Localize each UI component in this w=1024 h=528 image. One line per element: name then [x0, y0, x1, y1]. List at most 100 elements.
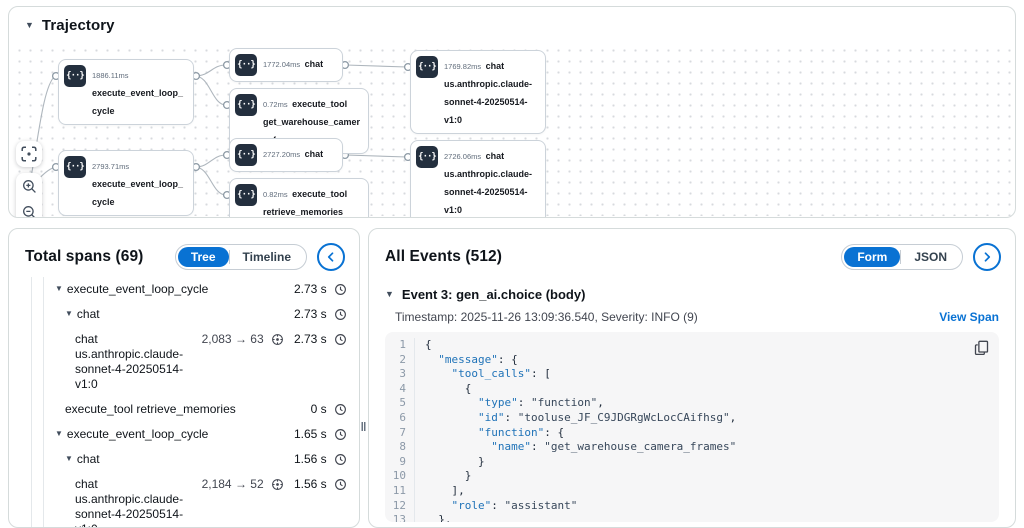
line-number: 3	[385, 367, 415, 382]
line-number: 9	[385, 455, 415, 470]
duration-clock-icon	[334, 478, 347, 491]
span-node-duration: 1772.04ms	[263, 60, 300, 69]
event-body-code-block: 1{2 "message": {3 "tool_calls": [4 {5 "t…	[385, 332, 999, 522]
code-line: 7 "function": {	[385, 426, 999, 441]
span-node-duration: 2793.71ms	[92, 162, 129, 171]
span-node[interactable]: {··} 2793.71ms execute_event_loop_cycle	[58, 150, 194, 216]
code-line: 8 "name": "get_warehouse_camera_frames"	[385, 440, 999, 455]
span-tree-row[interactable]: ▼ execute_event_loop_cycle 2.73 s	[9, 277, 359, 302]
span-node-label: execute_event_loop_cycle	[92, 179, 183, 207]
span-tree-row[interactable]: ▼chat1.56 s	[9, 447, 359, 472]
line-number: 8	[385, 440, 415, 455]
span-node-icon: {··}	[235, 54, 257, 76]
toggle-tree[interactable]: Tree	[178, 247, 229, 267]
span-node-icon: {··}	[64, 156, 86, 178]
graph-fit-control	[16, 141, 42, 167]
span-node-label: chat	[305, 149, 324, 159]
fit-view-icon	[21, 146, 37, 162]
span-node-icon: {··}	[416, 56, 438, 78]
span-row-label: execute_tool retrieve_memories	[65, 402, 236, 417]
span-row-tokens: 2,184 → 52	[202, 477, 284, 492]
span-node-icon: {··}	[235, 94, 257, 116]
line-number: 7	[385, 426, 415, 441]
duration-clock-icon	[334, 428, 347, 441]
code-line: 3 "tool_calls": [	[385, 367, 999, 382]
duration-clock-icon	[334, 453, 347, 466]
code-line: 6 "id": "tooluse_JF_C9JDGRgWcLocCAifhsg"…	[385, 411, 999, 426]
event-collapse-icon[interactable]: ▼	[385, 290, 394, 299]
collapse-left-panel-button[interactable]	[317, 243, 345, 271]
span-row-duration: 2.73 s	[294, 282, 347, 297]
span-tree-row[interactable]: execute_tool retrieve_memories0 s	[9, 397, 359, 422]
span-row-duration: 2.73 s	[294, 332, 347, 347]
row-collapse-icon[interactable]: ▼	[65, 452, 73, 464]
span-node-duration: 0.82ms	[263, 190, 288, 199]
span-node[interactable]: {··} 1769.82ms chat us.anthropic.claude-…	[410, 50, 546, 134]
chevron-left-icon	[325, 251, 337, 263]
code-line: 13 },	[385, 513, 999, 522]
span-node-icon: {··}	[235, 144, 257, 166]
span-tree-row[interactable]: ▼chat2.73 s	[9, 302, 359, 327]
span-node-duration: 2726.06ms	[444, 152, 481, 161]
all-events-title: All Events (512)	[385, 248, 831, 266]
graph-zoom-control	[16, 173, 42, 218]
span-node-duration: 2727.20ms	[263, 150, 300, 159]
line-number: 5	[385, 396, 415, 411]
span-node[interactable]: {··} 0.82ms execute_tool retrieve_memori…	[229, 178, 369, 218]
span-tree-row[interactable]: chat us.anthropic.claude-sonnet-4-202505…	[9, 327, 359, 397]
token-count-icon	[271, 333, 284, 346]
span-row-duration: 1.65 s	[294, 427, 347, 442]
view-span-link[interactable]: View Span	[939, 310, 999, 324]
toggle-timeline[interactable]: Timeline	[230, 247, 304, 267]
trajectory-graph-canvas[interactable]: {··} 1886.11ms execute_event_loop_cycle{…	[10, 41, 1014, 216]
span-node-label: chat	[305, 59, 324, 69]
row-collapse-icon[interactable]: ▼	[65, 307, 73, 319]
token-count-icon	[271, 478, 284, 491]
span-row-label: chat	[77, 307, 100, 322]
line-number: 6	[385, 411, 415, 426]
span-row-duration: 1.56 s	[294, 477, 347, 492]
code-line: 9 }	[385, 455, 999, 470]
trajectory-collapse-icon[interactable]: ▼	[25, 21, 34, 30]
zoom-in-icon	[22, 179, 37, 194]
code-line: 10 }	[385, 469, 999, 484]
span-row-label: chat us.anthropic.claude-sonnet-4-202505…	[75, 477, 202, 528]
code-line: 11 ],	[385, 484, 999, 499]
line-number: 1	[385, 338, 415, 353]
line-number: 11	[385, 484, 415, 499]
span-tree-row[interactable]: chat us.anthropic.claude-sonnet-4-202505…	[9, 472, 359, 528]
span-tree-row[interactable]: ▼execute_event_loop_cycle1.65 s	[9, 422, 359, 447]
toggle-json[interactable]: JSON	[901, 247, 960, 267]
code-line: 5 "type": "function",	[385, 396, 999, 411]
copy-code-button[interactable]	[974, 340, 989, 358]
span-node[interactable]: {··} 1772.04ms chat	[229, 48, 343, 82]
row-collapse-icon[interactable]: ▼	[55, 427, 63, 439]
trajectory-panel: ▼ Trajectory {··} 1886.11ms execute_even…	[8, 6, 1016, 218]
span-node[interactable]: {··} 2726.06ms chat us.anthropic.claude-…	[410, 140, 546, 218]
span-node-duration: 1886.11ms	[92, 71, 129, 80]
panel-resize-handle[interactable]: ‖	[359, 420, 368, 434]
line-number: 12	[385, 499, 415, 514]
span-row-label: execute_event_loop_cycle	[67, 282, 208, 297]
row-collapse-icon[interactable]: ▼	[55, 282, 63, 294]
duration-clock-icon	[334, 333, 347, 346]
span-node-label: execute_event_loop_cycle	[92, 88, 183, 116]
indent-guide	[31, 277, 32, 528]
expand-right-panel-button[interactable]	[973, 243, 1001, 271]
total-spans-title: Total spans (69)	[25, 248, 165, 266]
span-node[interactable]: {··} 1886.11ms execute_event_loop_cycle	[58, 59, 194, 125]
zoom-out-button[interactable]	[16, 199, 42, 218]
duration-clock-icon	[334, 283, 347, 296]
event-meta: Timestamp: 2025-11-26 13:09:36.540, Seve…	[395, 310, 698, 324]
all-events-panel: All Events (512) Form JSON ▼ Event 3: ge…	[368, 228, 1016, 528]
code-line: 1{	[385, 332, 999, 353]
span-node[interactable]: {··} 2727.20ms chat	[229, 138, 343, 172]
span-row-label: chat us.anthropic.claude-sonnet-4-202505…	[75, 332, 202, 392]
zoom-out-icon	[22, 205, 37, 219]
zoom-in-button[interactable]	[16, 173, 42, 199]
indent-guide	[43, 277, 44, 528]
toggle-form[interactable]: Form	[844, 247, 900, 267]
fit-view-button[interactable]	[16, 141, 42, 167]
trajectory-title: Trajectory	[42, 17, 115, 34]
duration-clock-icon	[334, 403, 347, 416]
